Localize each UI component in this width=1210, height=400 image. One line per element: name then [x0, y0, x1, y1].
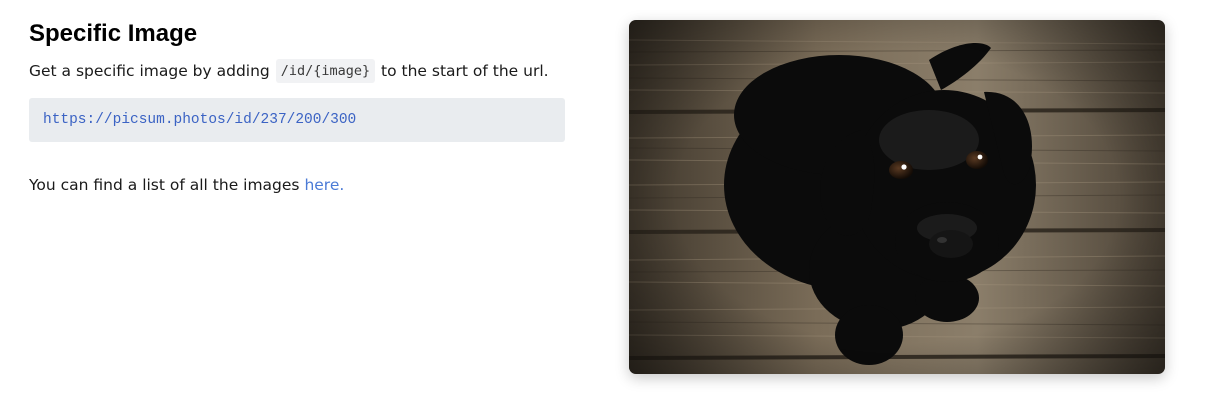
section-description: Get a specific image by adding /id/{imag… [29, 58, 565, 84]
image-list-link[interactable]: here. [304, 176, 344, 194]
image-list-text: You can find a list of all the images [29, 176, 305, 194]
example-image [629, 20, 1165, 374]
example-url[interactable]: https://picsum.photos/id/237/200/300 [43, 112, 356, 128]
example-url-code-block[interactable]: https://picsum.photos/id/237/200/300 [29, 98, 565, 142]
description-text-after: to the start of the url. [376, 62, 549, 80]
section-title: Specific Image [29, 20, 198, 47]
description-text-before: Get a specific image by adding [29, 62, 275, 80]
image-list-paragraph: You can find a list of all the images he… [29, 172, 565, 198]
puppy-photo [629, 20, 1165, 374]
specific-image-section: Specific Image Get a specific image by a… [29, 18, 565, 198]
inline-code-id-path: /id/{image} [275, 59, 376, 83]
page: Specific Image Get a specific image by a… [0, 0, 1210, 400]
